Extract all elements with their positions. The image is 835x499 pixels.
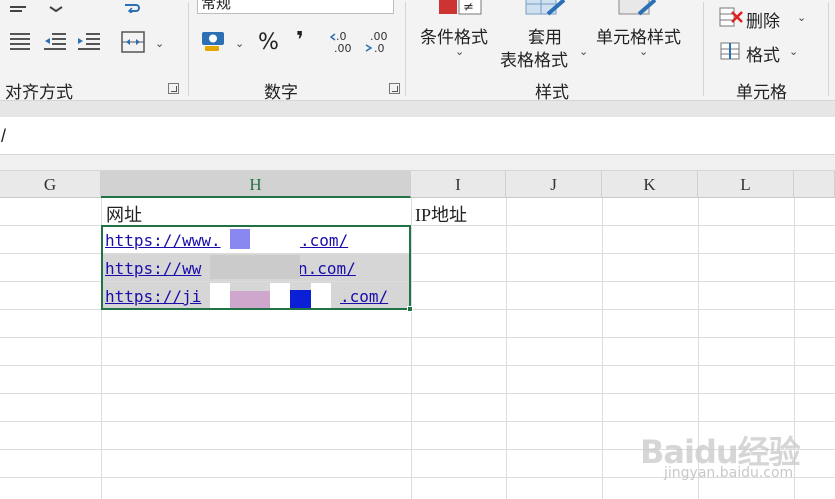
increase-decimal-icon[interactable]: .0.00 — [329, 29, 358, 55]
column-header-row: G H I J K L — [0, 171, 835, 198]
grid-line — [0, 337, 835, 338]
format-cells-icon[interactable] — [718, 40, 744, 62]
group-divider — [703, 2, 704, 96]
delete-cells-button[interactable]: 删除 — [746, 7, 780, 32]
styles-group-label: 样式 — [535, 83, 569, 103]
formula-content[interactable]: / — [1, 126, 6, 147]
number-dialog-launcher-icon[interactable] — [389, 83, 400, 94]
merge-center-icon[interactable] — [120, 30, 146, 54]
alignment-group-label: 对齐方式 — [5, 83, 73, 103]
grid-line — [0, 393, 835, 394]
column-header-j[interactable]: J — [506, 171, 602, 198]
column-header-overflow[interactable] — [794, 171, 835, 198]
cells-group-label: 单元格 — [736, 83, 787, 103]
cell-i1-header[interactable]: IP地址 — [415, 201, 467, 227]
formula-bar-gap — [0, 155, 835, 171]
fill-handle[interactable] — [407, 306, 413, 312]
column-header-h[interactable]: H — [101, 171, 411, 198]
cell-selection-range[interactable] — [101, 225, 411, 310]
table-format-button-line2[interactable]: 表格格式 — [500, 46, 568, 71]
table-format-button-line1[interactable]: 套用 — [528, 23, 562, 48]
group-divider — [188, 2, 189, 96]
formula-bar[interactable]: / — [0, 117, 835, 155]
watermark-url: jingyan.baidu.com — [664, 465, 794, 481]
baidu-watermark: Baidu经验 jingyan.baidu.com — [640, 405, 830, 495]
number-group-label: 数字 — [264, 83, 298, 103]
group-divider — [828, 2, 829, 96]
decrease-decimal-icon[interactable]: .00.0 — [364, 29, 392, 55]
format-cells-button[interactable]: 格式 — [746, 41, 780, 66]
group-divider — [405, 2, 406, 96]
grid-line — [411, 198, 412, 499]
svg-text:.00: .00 — [334, 42, 352, 55]
wrap-text-partial-icon[interactable] — [122, 0, 144, 14]
increase-indent-icon[interactable] — [76, 31, 102, 53]
column-header-k[interactable]: K — [602, 171, 698, 198]
column-header-g[interactable]: G — [0, 171, 101, 198]
ribbon-bottom-gap — [0, 101, 835, 117]
svg-text:.0: .0 — [374, 42, 385, 55]
delete-dropdown-chevron-icon[interactable]: ⌄ — [797, 11, 806, 24]
column-header-l[interactable]: L — [698, 171, 794, 198]
alignment-dialog-launcher-icon[interactable] — [168, 83, 179, 94]
grid-line — [602, 198, 603, 499]
merge-dropdown-chevron-icon[interactable]: ⌄ — [155, 37, 164, 50]
format-dropdown-chevron-icon[interactable]: ⌄ — [789, 45, 798, 58]
number-format-select[interactable]: 常规 — [197, 0, 394, 14]
conditional-format-icon[interactable]: ≠ — [437, 0, 485, 18]
grid-line — [0, 365, 835, 366]
conditional-format-button[interactable]: 条件格式 — [420, 23, 488, 48]
ribbon: ⌄ 对齐方式 常规 ⌄ % ❜ .0.00 .00.0 数字 ≠ 条件格式 ⌄ … — [0, 0, 835, 103]
accounting-dropdown-chevron-icon[interactable]: ⌄ — [235, 37, 244, 50]
conditional-format-dropdown-icon[interactable]: ⌄ — [455, 45, 464, 58]
orientation-partial-icon[interactable] — [46, 0, 66, 13]
comma-style-button[interactable]: ❜ — [296, 28, 304, 53]
svg-text:≠: ≠ — [463, 0, 474, 15]
cell-styles-icon[interactable] — [617, 0, 659, 18]
table-format-dropdown-icon[interactable]: ⌄ — [579, 45, 588, 58]
delete-cells-icon[interactable] — [718, 6, 744, 28]
percent-style-button[interactable]: % — [258, 30, 279, 55]
cell-h1-header[interactable]: 网址 — [106, 201, 142, 227]
column-header-i[interactable]: I — [411, 171, 506, 198]
grid-line — [506, 198, 507, 499]
align-top-partial-icon[interactable] — [8, 0, 30, 12]
cell-styles-dropdown-icon[interactable]: ⌄ — [639, 45, 648, 58]
align-left-lines-icon[interactable] — [8, 31, 32, 53]
decrease-indent-icon[interactable] — [42, 31, 68, 53]
accounting-format-icon[interactable] — [199, 28, 229, 54]
table-format-icon[interactable] — [524, 0, 566, 18]
